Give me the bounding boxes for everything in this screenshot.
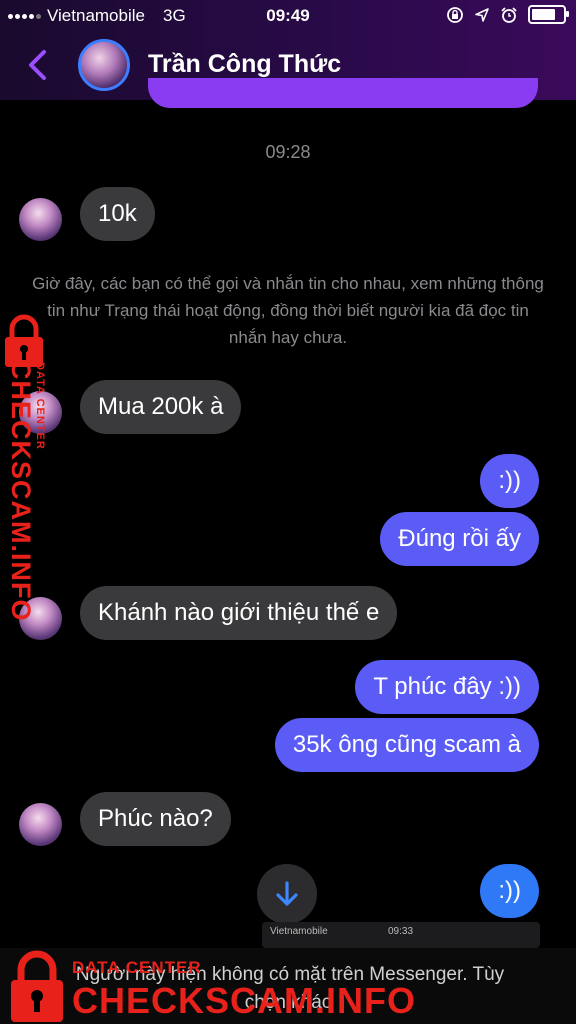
- outgoing-message[interactable]: :)): [480, 454, 539, 508]
- watermark-side-text: CHECKSCAM.INFO: [6, 360, 36, 622]
- outgoing-message[interactable]: 35k ông cũng scam à: [274, 718, 539, 772]
- back-chevron-icon[interactable]: [22, 46, 54, 84]
- alarm-clock-icon: [501, 6, 517, 23]
- watermark-lock-icon: [11, 950, 63, 1022]
- top-bar: Vietnamobile 3G 09:49 Trần Công Thức: [0, 0, 576, 108]
- contact-avatar[interactable]: [78, 39, 130, 91]
- contact-name[interactable]: Trần Công Thức: [148, 50, 341, 79]
- screenshot-attachment[interactable]: Vietnamobile 09:33: [262, 922, 540, 948]
- outgoing-message[interactable]: T phúc đây :)): [355, 660, 539, 714]
- location-arrow-icon: [475, 7, 489, 22]
- arrow-down-icon: [276, 881, 298, 906]
- outgoing-message[interactable]: Đúng rồi ấy: [380, 512, 539, 566]
- sender-avatar[interactable]: [19, 198, 62, 241]
- watermark-side-small-text: DATA CENTER: [34, 362, 46, 450]
- outgoing-message[interactable]: :)): [480, 864, 539, 918]
- status-bar: Vietnamobile 3G 09:49: [0, 0, 576, 34]
- watermark-bottom-text: CHECKSCAM.INFO: [72, 980, 416, 1021]
- previous-message-bubble: [148, 78, 538, 108]
- thumbnail-carrier: Vietnamobile: [270, 926, 328, 937]
- sender-avatar[interactable]: [19, 803, 62, 846]
- message-timestamp: 09:28: [265, 142, 311, 162]
- watermark-bottom-small-text: DATA CENTER: [72, 958, 202, 977]
- incoming-message[interactable]: Phúc nào?: [80, 792, 231, 846]
- thumbnail-time: 09:33: [388, 926, 414, 937]
- orientation-lock-icon: [447, 6, 463, 23]
- messenger-notice: Giờ đây, các bạn có thể gọi và nhắn tin …: [32, 274, 544, 347]
- incoming-message[interactable]: 10k: [80, 187, 155, 241]
- incoming-message[interactable]: Khánh nào giới thiệu thế e: [80, 586, 398, 640]
- incoming-message[interactable]: Mua 200k à: [80, 380, 242, 434]
- battery-icon: [528, 5, 569, 24]
- scroll-to-bottom-button[interactable]: [257, 864, 317, 924]
